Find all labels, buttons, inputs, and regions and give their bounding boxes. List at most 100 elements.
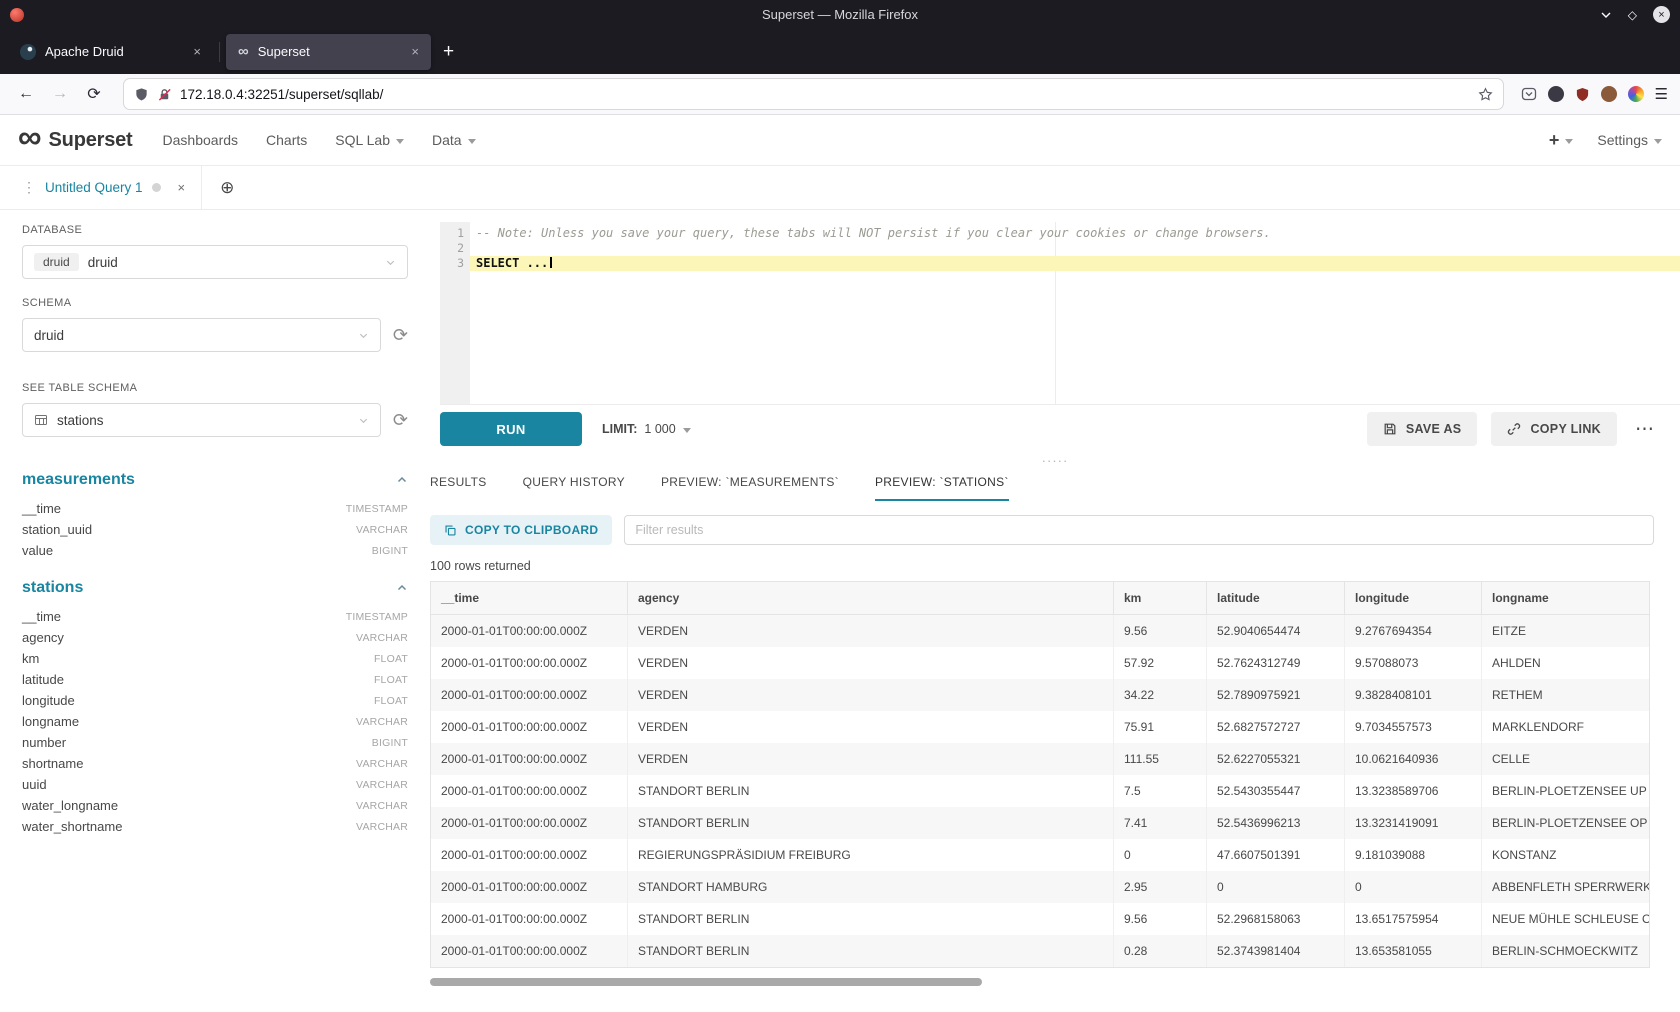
column-type: TIMESTAMP	[346, 503, 408, 515]
nav-item-dashboards[interactable]: Dashboards	[163, 132, 239, 148]
chevron-down-icon	[396, 139, 404, 144]
more-options-button[interactable]: ⋯	[1635, 420, 1654, 439]
header-km[interactable]: km	[1114, 582, 1207, 614]
browser-tab-apache-druid[interactable]: Apache Druid ×	[8, 34, 213, 70]
table-select[interactable]: stations	[22, 403, 381, 437]
cell-agency: VERDEN	[628, 647, 1114, 679]
header-agency[interactable]: agency	[628, 582, 1114, 614]
shield-icon[interactable]	[134, 87, 149, 102]
nav-item-charts[interactable]: Charts	[266, 132, 307, 148]
column-type: VARCHAR	[356, 821, 408, 833]
back-button[interactable]: ←	[12, 80, 40, 108]
table-row: 2000-01-01T00:00:00.000Z VERDEN 111.55 5…	[431, 743, 1649, 775]
extension-icon-3[interactable]	[1628, 86, 1644, 102]
sql-editor[interactable]: 123 -- Note: Unless you save your query,…	[440, 222, 1680, 405]
cell-latitude: 52.5436996213	[1207, 807, 1345, 839]
apache-druid-favicon	[20, 44, 36, 60]
header-time[interactable]: __time	[431, 582, 628, 614]
editor-code-area[interactable]: -- Note: Unless you save your query, the…	[470, 222, 1680, 404]
database-tag: druid	[34, 253, 79, 271]
cell-latitude: 52.7624312749	[1207, 647, 1345, 679]
lock-slash-icon[interactable]	[157, 87, 172, 102]
window-minimize-button[interactable]	[1600, 9, 1612, 21]
nav-item-sql-lab[interactable]: SQL Lab	[335, 132, 404, 148]
line-number: 1	[440, 226, 464, 241]
menu-icon[interactable]: ☰	[1655, 85, 1668, 103]
tab-query-history[interactable]: QUERY HISTORY	[523, 475, 625, 501]
refresh-tables-icon[interactable]: ⟳	[393, 411, 408, 429]
superset-favicon: ∞	[238, 44, 249, 59]
column-row: latitude FLOAT	[22, 669, 408, 690]
new-item-button[interactable]: +	[1549, 131, 1574, 149]
cell-agency: VERDEN	[628, 679, 1114, 711]
query-tab-untitled-1[interactable]: ⋮ Untitled Query 1 ×	[18, 166, 202, 209]
column-name: water_shortname	[22, 819, 122, 834]
collapse-chevron-up-icon[interactable]	[396, 474, 408, 486]
tab-close-icon[interactable]: ×	[193, 44, 201, 59]
reload-button[interactable]: ⟳	[80, 80, 108, 108]
schema-select[interactable]: druid	[22, 318, 381, 352]
ublock-icon[interactable]	[1575, 87, 1590, 102]
tab-preview-measurements[interactable]: PREVIEW: `MEASUREMENTS`	[661, 475, 839, 501]
header-longitude[interactable]: longitude	[1345, 582, 1482, 614]
table-row: 2000-01-01T00:00:00.000Z STANDORT BERLIN…	[431, 935, 1649, 967]
extension-icon-1[interactable]	[1548, 86, 1564, 102]
database-select[interactable]: druid druid	[22, 245, 408, 279]
superset-infinity-icon: ∞	[18, 124, 42, 150]
pocket-icon[interactable]	[1521, 86, 1537, 102]
browser-tab-superset[interactable]: ∞ Superset ×	[226, 34, 431, 70]
refresh-schema-icon[interactable]: ⟳	[393, 326, 408, 344]
horizontal-scrollbar[interactable]	[430, 978, 982, 986]
cell-km: 2.95	[1114, 871, 1207, 903]
bookmark-star-icon[interactable]	[1478, 87, 1493, 102]
line-number: 3	[440, 256, 464, 271]
drag-handle-icon[interactable]: ⋮	[22, 179, 36, 196]
query-tab-close-icon[interactable]: ×	[178, 180, 186, 195]
url-text[interactable]: 172.18.0.4:32251/superset/sqllab/	[180, 87, 1470, 102]
run-button[interactable]: RUN	[440, 412, 582, 446]
schema-label: SCHEMA	[22, 297, 408, 309]
cell-time: 2000-01-01T00:00:00.000Z	[431, 935, 628, 967]
save-as-button[interactable]: SAVE AS	[1367, 412, 1478, 446]
collapse-chevron-up-icon[interactable]	[396, 582, 408, 594]
pane-resize-handle[interactable]: ·····	[430, 453, 1680, 469]
copy-to-clipboard-button[interactable]: COPY TO CLIPBOARD	[430, 515, 612, 545]
column-row: km FLOAT	[22, 648, 408, 669]
tab-close-icon[interactable]: ×	[411, 44, 419, 59]
cell-longname: AHLDEN	[1482, 647, 1650, 679]
column-name: longitude	[22, 693, 75, 708]
tab-results[interactable]: RESULTS	[430, 475, 487, 501]
column-list: __time TIMESTAMP station_uuid VARCHAR va…	[22, 498, 408, 561]
add-query-tab-button[interactable]: ⊕	[202, 166, 252, 209]
cell-km: 57.92	[1114, 647, 1207, 679]
forward-button[interactable]: →	[46, 80, 74, 108]
sql-lab-sidebar: DATABASE druid druid SCHEMA druid ⟳ SEE …	[0, 210, 430, 1012]
cell-km: 34.22	[1114, 679, 1207, 711]
column-type: FLOAT	[374, 674, 408, 686]
superset-logo[interactable]: ∞ Superset	[18, 129, 133, 152]
tab-preview-stations[interactable]: PREVIEW: `STATIONS`	[875, 475, 1009, 501]
column-type: BIGINT	[372, 737, 408, 749]
window-close-button[interactable]: ×	[1653, 6, 1670, 23]
results-tabs: RESULTS QUERY HISTORY PREVIEW: `MEASUREM…	[430, 469, 1680, 501]
url-bar[interactable]: 172.18.0.4:32251/superset/sqllab/	[124, 79, 1503, 109]
column-name: water_longname	[22, 798, 118, 813]
copy-link-button[interactable]: COPY LINK	[1491, 412, 1617, 446]
browser-toolbar: ← → ⟳ 172.18.0.4:32251/superset/sqllab/	[0, 74, 1680, 115]
header-latitude[interactable]: latitude	[1207, 582, 1345, 614]
filter-results-input[interactable]	[624, 515, 1654, 545]
extension-icon-2[interactable]	[1601, 86, 1617, 102]
header-longname[interactable]: longname	[1482, 582, 1650, 614]
table-section-title: measurements	[22, 471, 135, 489]
settings-menu[interactable]: Settings	[1597, 132, 1662, 148]
link-icon	[1507, 422, 1521, 436]
limit-dropdown[interactable]: LIMIT: 1 000	[602, 422, 691, 436]
save-icon	[1383, 422, 1397, 436]
column-name: longname	[22, 714, 79, 729]
screen: Superset — Mozilla Firefox ◇ × Apache Dr…	[0, 0, 1680, 1012]
nav-item-data[interactable]: Data	[432, 132, 476, 148]
cell-longname: MARKLENDORF	[1482, 711, 1650, 743]
window-maximize-button[interactable]: ◇	[1628, 9, 1637, 21]
editor-toolbar: RUN LIMIT: 1 000 SAVE AS COPY LINK ⋯	[440, 405, 1680, 453]
new-tab-button[interactable]: +	[431, 41, 466, 63]
